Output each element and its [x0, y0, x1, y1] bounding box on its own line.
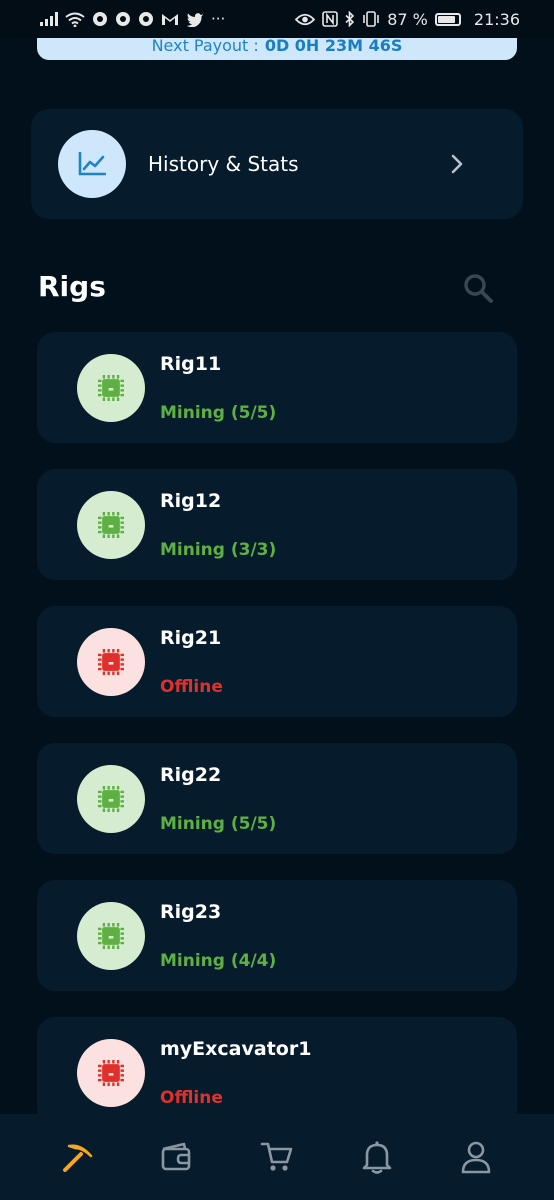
user-icon	[461, 1141, 491, 1174]
signal-icon	[40, 12, 58, 26]
more-notifications: ···	[211, 10, 226, 28]
nav-wallet[interactable]	[147, 1127, 207, 1187]
rig-avatar	[77, 628, 145, 696]
rig-card[interactable]: Rig11 Mining (5/5)	[37, 332, 517, 443]
status-bar: ··· 87 % 21:36	[0, 0, 554, 38]
battery-percent: 87 %	[387, 9, 428, 29]
eye-icon	[295, 13, 316, 25]
cart-icon	[260, 1142, 293, 1171]
status-left: ···	[40, 10, 225, 28]
rig-status: Offline	[160, 1088, 223, 1108]
history-stats-card[interactable]: History & Stats	[31, 109, 523, 219]
history-stats-label: History & Stats	[148, 152, 299, 176]
rig-avatar	[77, 1039, 145, 1107]
rig-card[interactable]: myExcavator1 Offline	[37, 1017, 517, 1128]
nav-mining[interactable]	[48, 1127, 108, 1187]
rig-status: Offline	[160, 677, 223, 697]
pickaxe-icon	[62, 1144, 93, 1172]
bluetooth-icon	[345, 11, 355, 27]
chevron-right-icon	[451, 154, 463, 174]
rig-card[interactable]: Rig12 Mining (3/3)	[37, 469, 517, 580]
rig-name: Rig23	[160, 901, 222, 923]
wifi-icon	[65, 12, 85, 27]
rig-name: Rig11	[160, 353, 222, 375]
status-right: 87 % 21:36	[295, 10, 520, 29]
battery-icon	[434, 12, 461, 26]
gmail-icon	[162, 14, 178, 25]
rig-status: Mining (5/5)	[160, 403, 277, 423]
rigs-title: Rigs	[38, 270, 106, 303]
chip-icon	[98, 786, 124, 812]
nav-profile[interactable]	[446, 1127, 506, 1187]
history-avatar	[58, 130, 126, 198]
rig-card[interactable]: Rig23 Mining (4/4)	[37, 880, 517, 991]
rig-avatar	[77, 354, 145, 422]
payout-label: Next Payout :	[151, 36, 259, 55]
chrome-icon	[93, 12, 107, 26]
rig-avatar	[77, 491, 145, 559]
rig-name: Rig12	[160, 490, 222, 512]
rig-avatar	[77, 765, 145, 833]
rig-status: Mining (5/5)	[160, 814, 277, 834]
wallet-icon	[162, 1142, 191, 1171]
search-icon[interactable]	[462, 272, 494, 304]
rig-avatar	[77, 902, 145, 970]
vibrate-icon	[363, 11, 380, 27]
chip-icon	[98, 923, 124, 949]
nav-notifications[interactable]	[347, 1127, 407, 1187]
rig-card[interactable]: Rig21 Offline	[37, 606, 517, 717]
rig-status: Mining (4/4)	[160, 951, 277, 971]
chart-line-icon	[78, 152, 106, 176]
rig-name: Rig21	[160, 627, 222, 649]
chrome-icon	[139, 12, 153, 26]
nfc-icon	[322, 11, 339, 27]
chip-icon	[98, 512, 124, 538]
chrome-icon	[116, 12, 130, 26]
status-time: 21:36	[473, 9, 520, 29]
chip-icon	[98, 649, 124, 675]
chip-icon	[98, 375, 124, 401]
twitter-icon	[186, 12, 203, 27]
rig-name: Rig22	[160, 764, 222, 786]
rig-status: Mining (3/3)	[160, 540, 277, 560]
rig-card[interactable]: Rig22 Mining (5/5)	[37, 743, 517, 854]
chip-icon	[98, 1060, 124, 1086]
nav-marketplace[interactable]	[247, 1127, 307, 1187]
bottom-nav	[0, 1114, 554, 1200]
payout-countdown: 0D 0H 23M 46S	[264, 36, 403, 55]
rig-name: myExcavator1	[160, 1038, 312, 1060]
bell-icon	[362, 1141, 391, 1174]
